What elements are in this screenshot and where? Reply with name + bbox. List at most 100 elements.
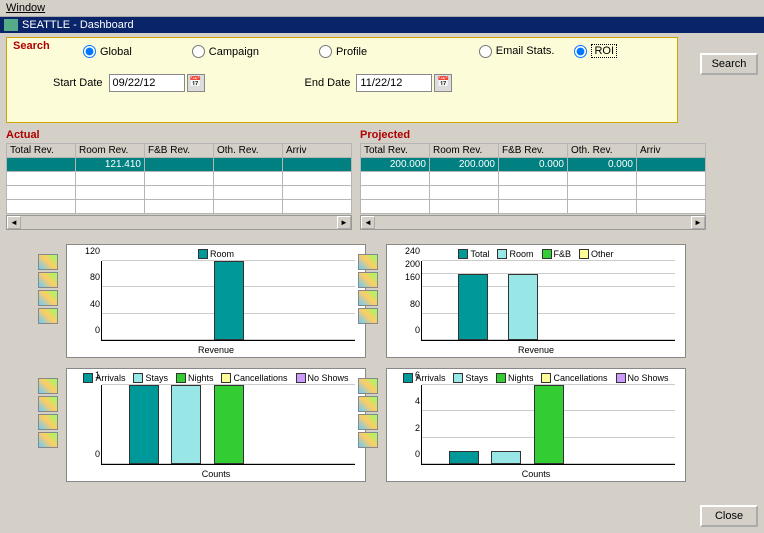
start-date-calendar-icon[interactable] <box>187 74 205 92</box>
chart-type-icon[interactable] <box>38 396 58 412</box>
legend-label: Cancellations <box>553 373 607 383</box>
cell[interactable] <box>145 158 214 172</box>
actual-title: Actual <box>6 129 352 141</box>
radio-email-stats[interactable]: Email Stats. <box>479 45 555 58</box>
radio-roi[interactable]: ROI <box>574 44 617 58</box>
chart-type-icon[interactable] <box>358 254 378 270</box>
legend-item: Arrivals <box>83 373 125 383</box>
legend-label: Other <box>591 249 614 259</box>
cell[interactable]: 121.410 <box>76 158 145 172</box>
chart-type-icon[interactable] <box>38 272 58 288</box>
radio-global-input[interactable] <box>83 45 96 58</box>
table-row[interactable] <box>7 200 352 214</box>
projected-title: Projected <box>360 129 706 141</box>
end-date-calendar-icon[interactable] <box>434 74 452 92</box>
cell[interactable] <box>283 158 352 172</box>
legend-item: Total <box>458 249 489 259</box>
search-title: Search <box>13 40 50 52</box>
cell[interactable]: 200.000 <box>361 158 430 172</box>
radio-global[interactable]: Global <box>83 45 132 58</box>
legend-swatch <box>542 249 552 259</box>
chart-actual-counts: ArrivalsStaysNightsCancellationsNo Shows… <box>66 368 366 482</box>
column-header[interactable]: Room Rev. <box>430 144 499 158</box>
radio-profile[interactable]: Profile <box>319 45 367 58</box>
app-icon <box>4 19 18 31</box>
chart-type-icon[interactable] <box>38 414 58 430</box>
actual-scrollbar[interactable]: ◄ ► <box>6 215 352 230</box>
chart-title: Revenue <box>67 345 365 355</box>
chart-type-icon[interactable] <box>358 432 378 448</box>
chart-type-icon[interactable] <box>38 254 58 270</box>
radio-roi-input[interactable] <box>574 45 587 58</box>
chart-title: Counts <box>67 469 365 479</box>
column-header[interactable]: Total Rev. <box>7 144 76 158</box>
cell[interactable] <box>214 158 283 172</box>
bar <box>129 385 159 464</box>
charts-row: Room04080120Revenue ArrivalsStaysNightsC… <box>66 244 758 482</box>
chart-type-icon[interactable] <box>38 308 58 324</box>
chart-type-icon[interactable] <box>358 414 378 430</box>
projected-grid[interactable]: Total Rev.Room Rev.F&B Rev.Oth. Rev.Arri… <box>360 143 706 214</box>
legend-swatch <box>296 373 306 383</box>
y-tick-label: 40 <box>90 299 102 309</box>
gridline <box>422 260 675 261</box>
actual-grid[interactable]: Total Rev.Room Rev.F&B Rev.Oth. Rev.Arri… <box>6 143 352 214</box>
chart-type-icon[interactable] <box>38 290 58 306</box>
column-header[interactable]: Oth. Rev. <box>214 144 283 158</box>
y-tick-label: 0 <box>415 325 422 335</box>
cell[interactable] <box>637 158 706 172</box>
legend-label: Room <box>210 249 234 259</box>
legend-swatch <box>496 373 506 383</box>
table-row[interactable] <box>361 186 706 200</box>
chart-type-icon[interactable] <box>358 290 378 306</box>
cell[interactable]: 200.000 <box>430 158 499 172</box>
y-tick-label: 0 <box>95 449 102 459</box>
chart-type-icon[interactable] <box>38 378 58 394</box>
menu-window[interactable]: Window <box>6 2 45 14</box>
radio-email-stats-input[interactable] <box>479 45 492 58</box>
radio-email-stats-label: Email Stats. <box>496 45 555 57</box>
chart-wrap: Room04080120Revenue <box>66 244 366 358</box>
column-header[interactable]: Arriv <box>283 144 352 158</box>
column-header[interactable]: Total Rev. <box>361 144 430 158</box>
cell[interactable]: 0.000 <box>568 158 637 172</box>
column-header[interactable]: Oth. Rev. <box>568 144 637 158</box>
chart-type-icon[interactable] <box>38 432 58 448</box>
cell[interactable] <box>7 158 76 172</box>
scroll-right-icon[interactable]: ► <box>337 216 351 229</box>
chart-type-icon[interactable] <box>358 378 378 394</box>
start-date-input[interactable] <box>109 74 185 92</box>
scroll-right-icon[interactable]: ► <box>691 216 705 229</box>
scroll-left-icon[interactable]: ◄ <box>7 216 21 229</box>
radio-campaign[interactable]: Campaign <box>192 45 259 58</box>
table-row[interactable] <box>361 172 706 186</box>
legend-item: Room <box>497 249 533 259</box>
table-row[interactable] <box>361 200 706 214</box>
table-row[interactable] <box>7 172 352 186</box>
column-header[interactable]: Room Rev. <box>76 144 145 158</box>
chart-legend: ArrivalsStaysNightsCancellationsNo Shows <box>67 373 365 383</box>
radio-campaign-input[interactable] <box>192 45 205 58</box>
table-row[interactable]: 200.000200.0000.0000.000 <box>361 158 706 172</box>
column-header[interactable]: Arriv <box>637 144 706 158</box>
close-button[interactable]: Close <box>700 505 758 527</box>
chart-type-icon[interactable] <box>358 272 378 288</box>
radio-profile-input[interactable] <box>319 45 332 58</box>
column-header[interactable]: F&B Rev. <box>145 144 214 158</box>
chart-wrap: TotalRoomF&BOther080160200240Revenue <box>386 244 686 358</box>
column-header[interactable]: F&B Rev. <box>499 144 568 158</box>
chart-type-icon[interactable] <box>358 308 378 324</box>
chart-type-icon[interactable] <box>358 396 378 412</box>
end-date-input[interactable] <box>356 74 432 92</box>
table-row[interactable] <box>7 186 352 200</box>
legend-item: No Shows <box>296 373 349 383</box>
bar <box>458 274 488 340</box>
chart-title: Counts <box>387 469 685 479</box>
scroll-left-icon[interactable]: ◄ <box>361 216 375 229</box>
cell[interactable]: 0.000 <box>499 158 568 172</box>
projected-scrollbar[interactable]: ◄ ► <box>360 215 706 230</box>
y-tick-label: 160 <box>405 272 422 282</box>
search-button[interactable]: Search <box>700 53 758 75</box>
y-tick-label: 120 <box>85 246 102 256</box>
table-row[interactable]: 121.410 <box>7 158 352 172</box>
